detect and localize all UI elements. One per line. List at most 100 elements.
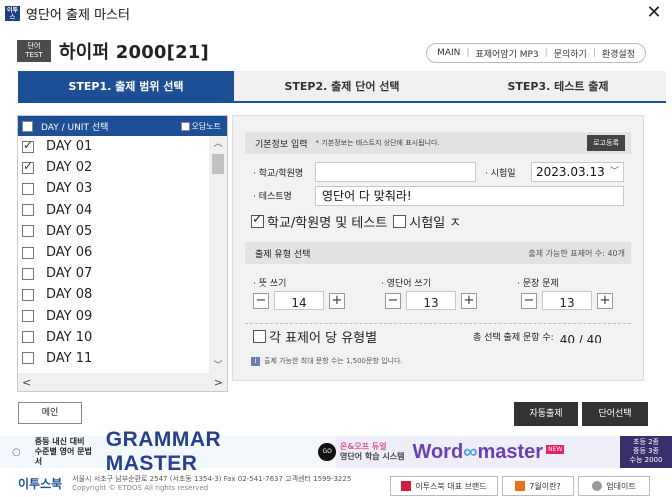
day-checkbox[interactable] [22,331,34,344]
close-icon[interactable]: ✕ [644,2,664,23]
update-button[interactable]: 업데이트 [578,476,650,496]
scroll-thumb[interactable] [212,154,224,174]
minus-button[interactable]: − [521,292,537,309]
wrong-note-toggle[interactable]: 오답노트 [180,121,221,132]
book-icon [515,481,526,491]
day-checkbox[interactable] [22,246,34,259]
school-input[interactable] [315,162,476,182]
menu-main[interactable]: MAIN [437,48,460,58]
plus-button[interactable]: + [329,292,345,309]
chevron-down-icon[interactable]: ﹀ [610,163,619,181]
auto-generate-button[interactable]: 자동출제 [514,402,578,426]
list-item[interactable]: DAY 02 [18,157,205,178]
main-button[interactable]: 메인 [18,402,82,424]
list-item[interactable]: DAY 10 [18,327,205,348]
footer-address-line: 서울시 서초구 남부순환로 2547 (서초동 1354-3) Fax 02-5… [72,474,352,483]
school-label: · 학교/학원명 [253,169,304,179]
plus-button[interactable]: + [597,292,613,309]
word-select-button[interactable]: 단어선택 [582,402,648,426]
day-label: DAY 06 [46,245,93,261]
meaning-stepper: − 14 + [253,291,345,310]
brand: 단어 TEST 하이퍼 2000[21] [17,38,209,64]
tab-step3[interactable]: STEP3. 테스트 출제 [450,71,666,103]
show-info-options: 학교/학원명 및 테스트 시험일 ㅈ [251,212,477,231]
per-type-checkbox[interactable] [253,330,266,343]
list-item[interactable]: DAY 03 [18,178,205,199]
sentence-type-label: · 문장 문제 [517,279,559,289]
day-checkbox[interactable] [22,138,34,153]
minus-button[interactable]: − [385,292,401,309]
day-label: DAY 01 [46,139,93,155]
scroll-down-icon[interactable]: ﹀ [209,358,227,374]
total-label: 총 선택 출제 문항 수: [473,332,554,343]
show-school-checkbox[interactable] [251,212,264,228]
word-master-banner[interactable]: 온&오프 듀얼 영단어 학습 시스템 Word∞master NEW 초등 2종 중… [336,436,672,468]
footer-address: 서울시 서초구 남부순환로 2547 (서초동 1354-3) Fax 02-5… [72,475,351,493]
vertical-scrollbar[interactable]: ︿ ﹀ [209,136,227,374]
day-label: DAY 11 [46,350,93,366]
tab-step2[interactable]: STEP2. 출제 단어 선택 [234,71,450,103]
info-icon: i [251,356,260,366]
date-value: 2023.03.13 [536,165,605,179]
grade-badge: 초등 2종 중등 3종 수능 2000 [620,436,672,468]
grammar-master-banner[interactable]: ○ 중등 내신 대비 수준별 영어 문법서 GRAMMAR MASTER GO [0,428,336,475]
divider [245,323,631,324]
window-title: 영단어 출제 마스터 [26,7,130,23]
day-checkbox[interactable] [22,352,34,365]
test-name-input[interactable]: 영단어 다 맞춰라! [315,186,624,206]
tab-step1[interactable]: STEP1. 출제 범위 선택 [18,71,234,103]
menu-contact[interactable]: 문의하기 [554,47,587,60]
day-label: DAY 05 [46,223,93,239]
show-date-checkbox[interactable] [393,215,407,228]
day-list-header: DAY / UNIT 선택 오답노트 [18,116,227,136]
day-checkbox[interactable] [22,225,34,238]
list-item[interactable]: DAY 09 [18,306,205,327]
day-checkbox[interactable] [22,288,34,301]
brand-link-label: 이투스북 대표 브랜드 [415,481,487,491]
basic-info-note: * 기본정보는 테스트지 상단에 표시됩니다. [315,139,440,147]
day-checkbox[interactable] [22,267,34,280]
minus-button[interactable]: − [253,292,269,309]
what-link-button[interactable]: 7월이란? [502,476,574,496]
total-value: 40 / 40 [559,333,602,343]
day-label: DAY 04 [46,202,93,218]
scroll-up-icon[interactable]: ︿ [209,136,227,152]
day-checkbox[interactable] [22,310,34,323]
word-count[interactable]: 13 [406,291,456,310]
list-item[interactable]: DAY 11 [18,348,205,369]
circle-icon: ○ [12,446,21,458]
day-label: DAY 09 [46,308,93,324]
list-item[interactable]: DAY 04 [18,200,205,221]
list-item[interactable]: DAY 05 [18,221,205,242]
new-badge: NEW [546,445,565,454]
list-item[interactable]: DAY 08 [18,284,205,305]
total-count: 총 선택 출제 문항 수: 40 / 40 [473,329,602,344]
sentence-count[interactable]: 13 [542,291,592,310]
day-label: DAY 02 [46,160,93,176]
list-item[interactable]: DAY 01 [18,136,205,157]
select-all-checkbox[interactable] [22,120,33,132]
logo-register-button[interactable]: 로고등록 [587,135,625,151]
wrong-note-checkbox[interactable] [180,121,190,131]
plus-button[interactable]: + [461,292,477,309]
day-checkbox[interactable] [22,204,34,217]
day-checkbox[interactable] [22,182,34,195]
list-item[interactable]: DAY 07 [18,263,205,284]
word-banner-text: 온&오프 듀얼 영단어 학습 시스템 [340,442,405,461]
day-checkbox[interactable] [22,159,34,174]
menu-mp3[interactable]: 표제어암기 MP3 [475,47,538,60]
footer-copyright: Copyright © ETOOS All rights reserved [72,483,209,492]
show-school-label: 학교/학원명 및 테스트 [267,216,388,231]
scroll-left-icon[interactable]: < [22,376,31,389]
horizontal-scrollbar[interactable]: < > [18,373,227,391]
grammar-banner-title: GRAMMAR MASTER [105,428,222,475]
word-type-label: · 영단어 쓰기 [381,279,431,289]
scroll-right-icon[interactable]: > [214,376,223,389]
settings-panel: 기본정보 입력 * 기본정보는 테스트지 상단에 표시됩니다. 로고등록 · 학… [232,115,644,381]
info-note: i 출제 가능한 최대 문항 수는 1,500문항 입니다. [251,356,403,366]
meaning-count[interactable]: 14 [274,291,324,310]
list-item[interactable]: DAY 06 [18,242,205,263]
menu-settings[interactable]: 환경설정 [602,47,635,60]
date-picker[interactable]: 2023.03.13 ﹀ [531,162,624,182]
brand-link-button[interactable]: 이투스북 대표 브랜드 [390,476,498,496]
